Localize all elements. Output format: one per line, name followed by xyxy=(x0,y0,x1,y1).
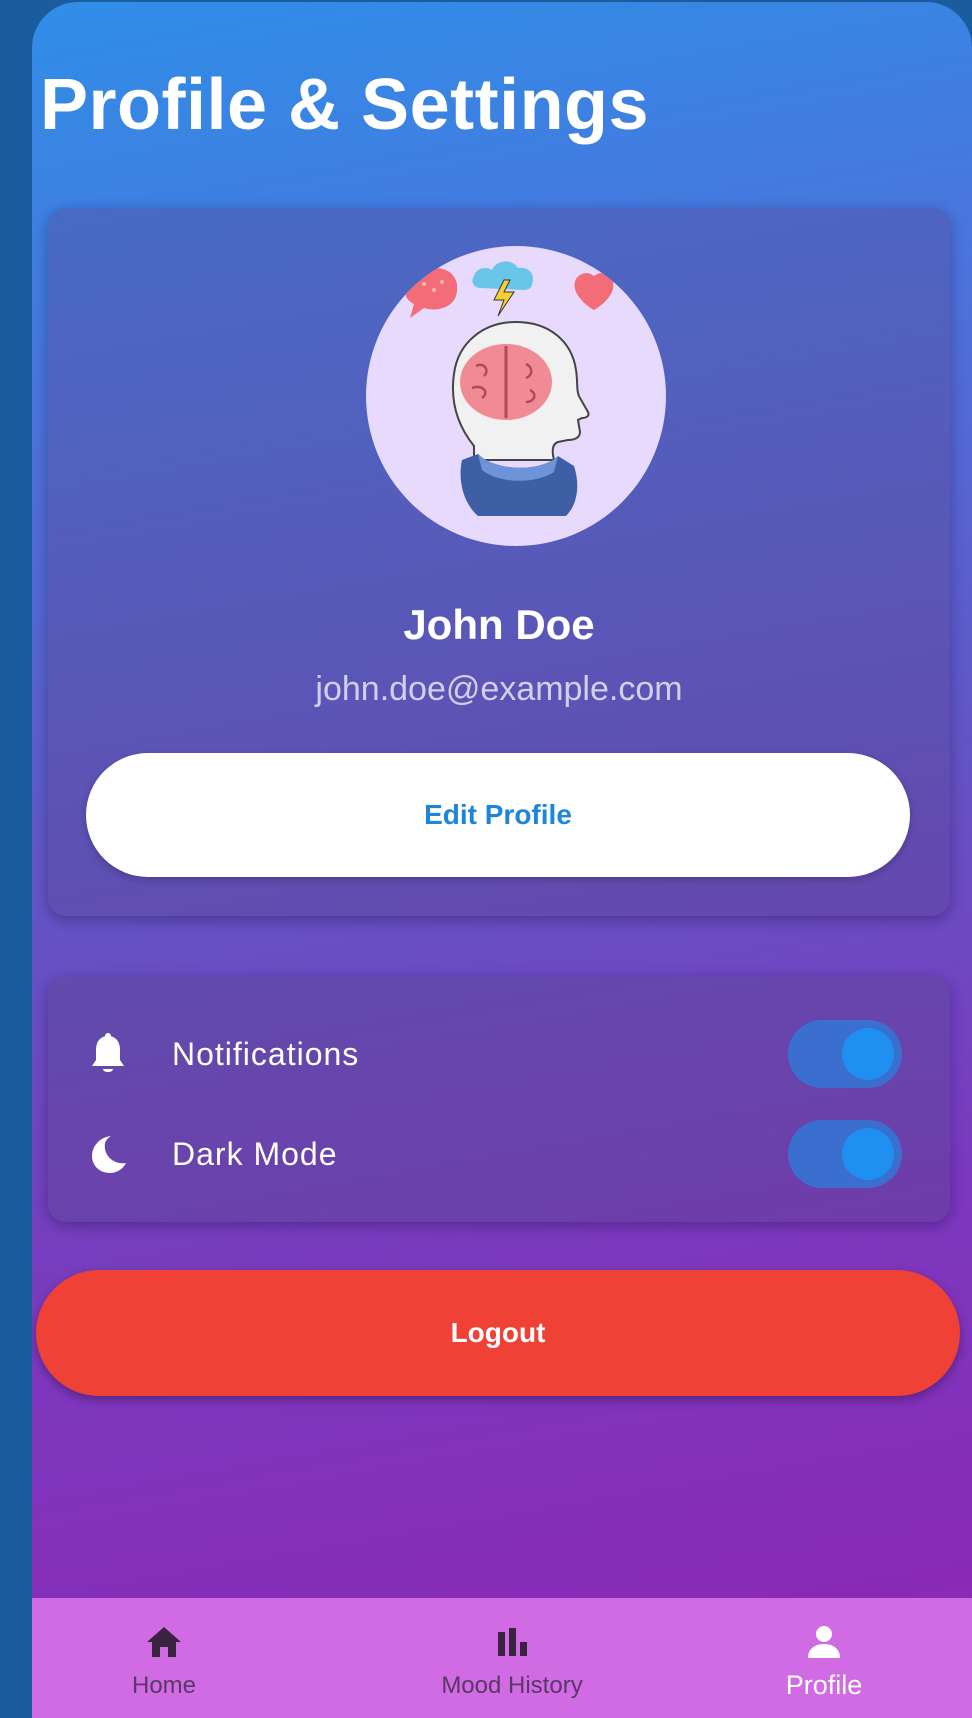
page-title: Profile & Settings xyxy=(40,65,650,145)
settings-card: Notifications Dark Mode xyxy=(48,976,950,1222)
toggle-knob xyxy=(842,1028,894,1080)
nav-item-profile[interactable]: Profile xyxy=(764,1598,884,1718)
brain-head-icon xyxy=(405,261,614,516)
nav-label-home: Home xyxy=(131,1672,197,1699)
dark-mode-toggle[interactable] xyxy=(788,1120,902,1188)
moon-icon xyxy=(86,1132,130,1176)
edit-profile-button[interactable]: Edit Profile xyxy=(86,753,910,877)
toggle-knob xyxy=(842,1128,894,1180)
notifications-toggle[interactable] xyxy=(788,1020,902,1088)
setting-row-notifications[interactable]: Notifications xyxy=(48,1004,950,1104)
setting-label-dark-mode: Dark Mode xyxy=(172,1135,338,1172)
setting-row-dark-mode[interactable]: Dark Mode xyxy=(48,1104,950,1204)
user-name: John Doe xyxy=(403,601,595,648)
person-icon xyxy=(802,1622,846,1662)
bottom-navigation: Home Mood History Profile xyxy=(32,1598,972,1718)
nav-item-mood-history[interactable]: Mood History xyxy=(412,1598,612,1718)
app-screen: Profile & Settings John Doe john.doe@exa… xyxy=(32,2,972,1718)
nav-label-profile: Profile xyxy=(785,1670,863,1700)
setting-label-notifications: Notifications xyxy=(172,1035,360,1072)
home-icon xyxy=(142,1622,186,1662)
bell-icon xyxy=(86,1032,130,1076)
profile-card: John Doe john.doe@example.com Edit Profi… xyxy=(48,208,950,916)
logout-button[interactable]: Logout xyxy=(36,1270,960,1396)
avatar xyxy=(366,246,666,546)
nav-item-home[interactable]: Home xyxy=(104,1598,224,1718)
user-email: john.doe@example.com xyxy=(315,670,683,708)
nav-label-mood-history: Mood History xyxy=(441,1672,583,1699)
bar-chart-icon xyxy=(490,1622,534,1662)
